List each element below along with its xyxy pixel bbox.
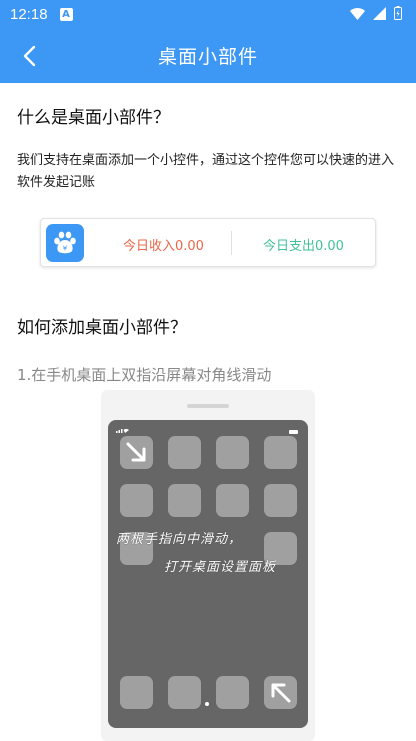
gesture-demo-card: 两根手指向中滑动， 打开桌面设置面板	[101, 390, 315, 741]
gesture-hint-line2: 打开桌面设置面板	[164, 560, 277, 575]
signal-icon	[373, 5, 386, 24]
dock-tile	[264, 676, 297, 709]
app-tile	[216, 484, 249, 517]
section-heading-what: 什么是桌面小部件？	[17, 108, 170, 128]
today-expense-label: 今日支出0.00	[263, 239, 344, 254]
arrow-up-left-icon	[271, 683, 291, 703]
status-indicators	[350, 5, 402, 24]
app-tile	[168, 436, 201, 469]
back-button[interactable]	[14, 41, 44, 71]
status-time: 12:18	[10, 5, 48, 23]
dock-tile	[120, 676, 153, 709]
page-indicator-dot	[205, 702, 209, 706]
app-tile	[168, 484, 201, 517]
app-tile	[216, 436, 249, 469]
phone-battery-icon	[289, 430, 298, 434]
widget-divider	[231, 231, 232, 255]
battery-icon	[394, 5, 402, 24]
app-bar: 桌面小部件	[0, 28, 416, 83]
paw-yen-icon: ¥	[46, 224, 84, 262]
page-title: 桌面小部件	[157, 46, 258, 68]
app-tile	[264, 484, 297, 517]
demo-handle	[187, 404, 229, 408]
dock-tile	[168, 676, 201, 709]
app-tile	[120, 436, 153, 469]
arrow-down-right-icon	[126, 442, 146, 462]
gesture-hint-line1: 两根手指向中滑动，	[116, 532, 243, 547]
phone-signal-icon	[116, 427, 130, 435]
svg-text:¥: ¥	[63, 245, 68, 253]
app-tile	[120, 484, 153, 517]
status-bar: 12:18 A	[0, 0, 416, 28]
phone-mockup: 两根手指向中滑动， 打开桌面设置面板	[108, 420, 308, 728]
section-heading-how: 如何添加桌面小部件？	[17, 318, 187, 338]
notification-app-icon: A	[59, 7, 73, 21]
dock-tile	[216, 676, 249, 709]
section-description: 我们支持在桌面添加一个小控件，通过这个控件您可以快速的进入软件发起记账	[17, 153, 395, 190]
step-1-text: 1.在手机桌面上双指沿屏幕对角线滑动	[17, 366, 272, 384]
widget-preview[interactable]: ¥ 今日收入0.00 今日支出0.00	[40, 218, 376, 267]
wifi-icon	[350, 5, 365, 24]
chevron-left-icon	[23, 45, 36, 67]
today-income-label: 今日收入0.00	[123, 239, 204, 254]
app-tile	[264, 436, 297, 469]
